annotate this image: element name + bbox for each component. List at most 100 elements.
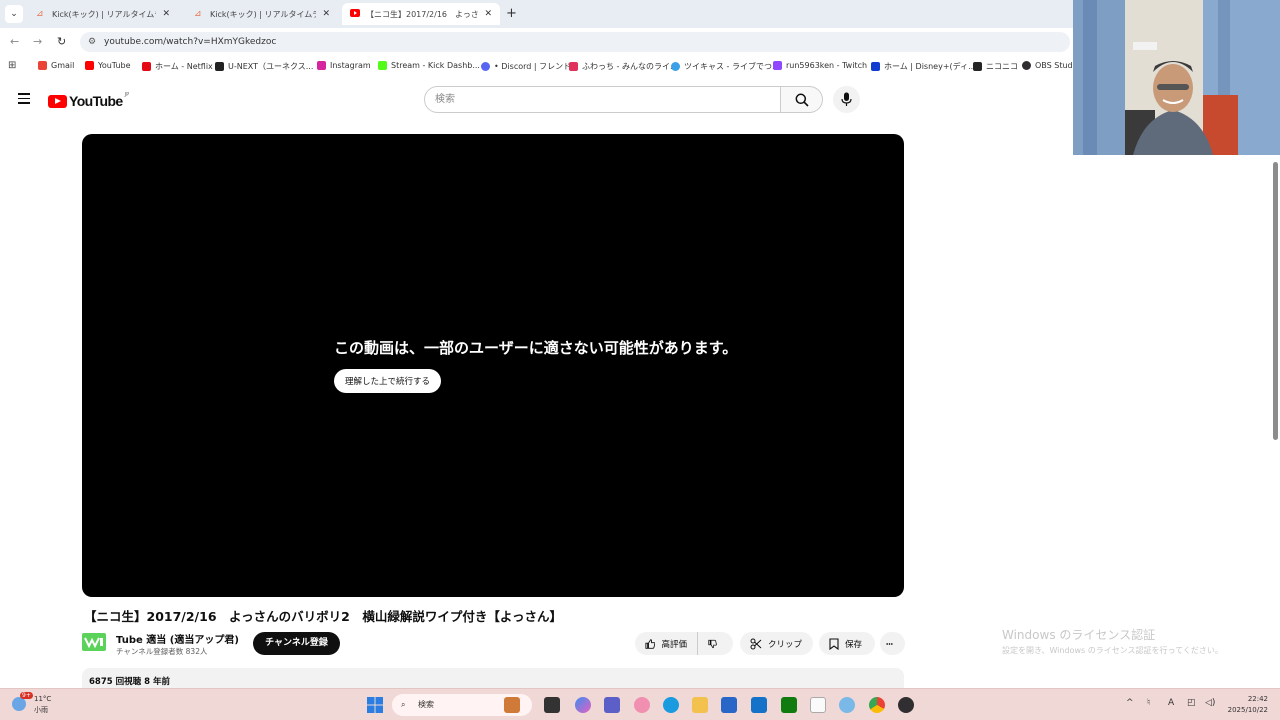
teams-icon[interactable] <box>604 697 620 713</box>
search-icon <box>795 93 809 107</box>
bookmark-kick[interactable]: Stream - Kick Dashb... <box>378 61 480 70</box>
youtube-play-logo-icon <box>48 94 67 108</box>
search-button[interactable] <box>781 86 823 113</box>
tab-search-chevron-icon[interactable]: ⌄ <box>5 5 23 23</box>
video-title: 【ニコ生】2017/2/16 よっさんのバリボリ2 横山緑解説ワイプ付き【よっさ… <box>84 609 562 624</box>
bookmark-youtube[interactable]: YouTube <box>85 61 131 70</box>
kick-icon <box>378 61 387 70</box>
clock-date: 2025/10/22 <box>1227 706 1268 714</box>
page-scrollbar-thumb[interactable] <box>1273 162 1278 440</box>
bookmark-label: ニコニコ <box>986 62 1018 71</box>
bookmark-label: ふわっち - みんなのライ... <box>582 62 678 71</box>
bookmark-label: Instagram <box>330 61 371 70</box>
like-button[interactable]: 高評価 <box>635 632 697 655</box>
bookmark-instagram[interactable]: Instagram <box>317 61 371 70</box>
microphone-tray-icon[interactable]: ♮ <box>1147 698 1150 708</box>
ime-mode-icon[interactable]: A <box>1168 698 1174 708</box>
windows-start-icon[interactable] <box>367 697 383 713</box>
tab-title: 【ニコ生】2017/2/16 よっさんのバ <box>366 9 479 19</box>
tray-overflow-icon[interactable]: ^ <box>1126 698 1134 708</box>
bookmark-twitcasting[interactable]: ツイキャス - ライブでつ... <box>671 61 780 72</box>
back-arrow-icon[interactable]: ← <box>10 35 19 48</box>
task-view-icon[interactable] <box>544 697 560 713</box>
search-input[interactable]: 検索 <box>424 86 781 113</box>
new-tab-button[interactable]: + <box>506 6 517 21</box>
subscribe-button[interactable]: チャンネル登録 <box>253 632 340 655</box>
continue-button[interactable]: 理解した上で続行する <box>334 369 442 393</box>
description-box[interactable]: 6875 回視聴 8 年前 <box>82 668 904 690</box>
url-field[interactable]: ⚙ youtube.com/watch?v=HXmYGkedzoc <box>80 32 1070 52</box>
thumbs-up-icon <box>645 638 656 649</box>
weather-rain-icon <box>12 697 26 711</box>
tab-youtube-active[interactable]: 【ニコ生】2017/2/16 よっさんのバ ✕ <box>342 3 500 25</box>
obs-icon <box>1022 61 1031 70</box>
webcam-person-image <box>1073 0 1280 155</box>
tab-kick-2[interactable]: ⊿ Kick(キック) | リアルタイムランキング ✕ <box>186 3 338 25</box>
volume-icon[interactable]: ◁) <box>1205 698 1215 708</box>
netflix-icon <box>142 62 151 71</box>
youtube-favicon-icon <box>350 9 360 19</box>
bookmark-netflix[interactable]: ホーム - Netflix <box>142 61 213 72</box>
notepad-icon[interactable] <box>810 697 826 713</box>
taskbar-clock[interactable]: 22:42 2025/10/22 <box>1222 694 1268 716</box>
channel-name[interactable]: Tube 適当 (適当アップ君) <box>116 631 239 646</box>
text-cursor <box>531 343 532 354</box>
apps-grid-icon[interactable]: ⊞ <box>8 60 16 71</box>
close-tab-icon[interactable]: ✕ <box>484 9 492 19</box>
youtube-logo[interactable]: YouTube JP <box>48 92 130 109</box>
weather-temperature: 11°C <box>34 695 52 703</box>
xbox-icon[interactable] <box>781 697 797 713</box>
bookmark-label: ホーム - Netflix <box>155 62 213 71</box>
reload-icon[interactable]: ↻ <box>57 35 66 48</box>
niconico-icon <box>973 62 982 71</box>
youtube-icon <box>85 61 94 70</box>
clock-time: 22:42 <box>1247 695 1268 703</box>
hamburger-menu-icon[interactable] <box>18 93 30 104</box>
watermark-title: Windows のライセンス認証 <box>1002 628 1156 642</box>
video-player[interactable]: この動画は、一部のユーザーに適さない可能性があります。 理解した上で続行する <box>82 134 904 597</box>
outlook-icon[interactable] <box>751 697 767 713</box>
obs-taskbar-icon[interactable] <box>898 697 914 713</box>
logo-region: JP <box>124 92 130 98</box>
tab-title: Kick(キック) | リアルタイムランキング <box>52 9 156 19</box>
clip-label: クリップ <box>768 639 803 650</box>
chrome-icon[interactable] <box>869 697 885 713</box>
logo-wordmark: YouTube <box>69 93 123 109</box>
bookmark-twitch[interactable]: run5963ken - Twitch <box>773 61 867 70</box>
site-settings-icon[interactable]: ⚙ <box>88 32 96 52</box>
bookmark-niconico[interactable]: ニコニコ <box>973 61 1018 72</box>
disney-icon <box>871 62 880 71</box>
bookmark-label: • Discord | フレンド <box>494 62 572 71</box>
bookmark-obs[interactable]: OBS Studio <box>1022 61 1080 70</box>
bookmark-gmail[interactable]: Gmail <box>38 61 74 70</box>
dislike-button[interactable] <box>697 632 733 655</box>
save-button[interactable]: 保存 <box>819 632 875 655</box>
tab-kick-1[interactable]: ⊿ Kick(キック) | リアルタイムランキング ✕ <box>28 3 178 25</box>
weather-app-icon[interactable] <box>839 697 855 713</box>
age-restriction-warning: この動画は、一部のユーザーに適さない可能性があります。 <box>334 339 738 357</box>
character-app-icon[interactable] <box>634 697 650 713</box>
bookmark-unext[interactable]: U-NEXT（ユーネクス... <box>215 61 313 72</box>
edge-icon[interactable] <box>663 697 679 713</box>
bookmark-save-icon <box>829 637 839 650</box>
bookmark-discord[interactable]: • Discord | フレンド <box>481 61 571 72</box>
copilot-icon[interactable] <box>575 697 591 713</box>
bookmark-fuwacchi[interactable]: ふわっち - みんなのライ... <box>569 61 678 72</box>
close-tab-icon[interactable]: ✕ <box>162 9 170 19</box>
fuwacchi-icon <box>569 62 578 71</box>
close-tab-icon[interactable]: ✕ <box>322 9 330 19</box>
taskbar-search-box[interactable]: ⌕ 検索 <box>392 694 532 716</box>
bookmark-label: ホーム | Disney+(ディ... <box>884 62 976 71</box>
channel-avatar[interactable] <box>82 633 106 651</box>
clip-button[interactable]: クリップ <box>740 632 813 655</box>
more-actions-button[interactable] <box>880 632 905 655</box>
microsoft-store-icon[interactable] <box>721 697 737 713</box>
voice-search-button[interactable] <box>833 86 860 113</box>
network-icon[interactable]: ◰ <box>1187 698 1196 708</box>
weather-condition: 小雨 <box>34 706 48 714</box>
forward-arrow-icon[interactable]: → <box>33 35 42 48</box>
file-explorer-icon[interactable] <box>692 697 708 713</box>
subscriber-count: チャンネル登録者数 832人 <box>116 647 208 656</box>
bookmark-label: YouTube <box>98 61 131 70</box>
bookmark-disney[interactable]: ホーム | Disney+(ディ... <box>871 61 976 72</box>
